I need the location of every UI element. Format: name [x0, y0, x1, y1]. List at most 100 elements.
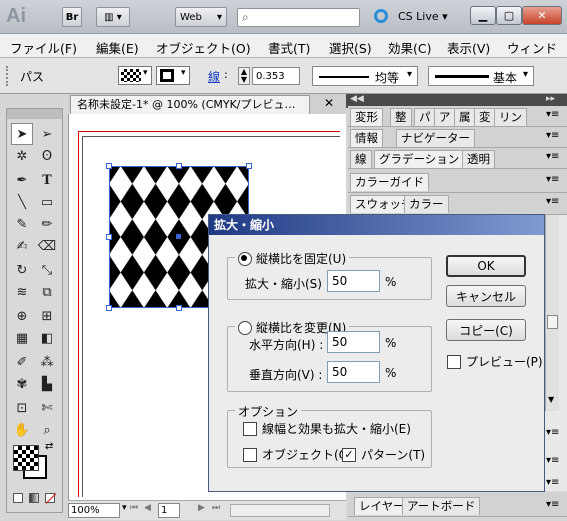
tab-appearance[interactable]: ア [434, 108, 456, 126]
last-artboard-icon[interactable]: ⏭ [212, 503, 220, 513]
scroll-thumb[interactable] [547, 315, 558, 329]
menu-select[interactable]: 選択(S) [329, 38, 372, 57]
hand-tool-icon[interactable]: ✋ [11, 419, 33, 441]
tab-transform[interactable]: 変形 [350, 108, 383, 126]
panel-menu-icon[interactable]: ▾≡ [546, 427, 559, 438]
objects-checkbox[interactable] [243, 447, 257, 462]
horizontal-scale-field[interactable]: 50 [327, 331, 380, 353]
slice-tool-icon[interactable]: ✄ [36, 397, 58, 419]
tab-color[interactable]: カラー [404, 195, 449, 213]
chevron-down-icon[interactable]: ▾ [122, 503, 127, 513]
ok-button[interactable]: OK [446, 255, 526, 277]
zoom-tool-icon[interactable]: ⌕ [36, 419, 58, 441]
uniform-scale-field[interactable]: 50 [327, 270, 380, 292]
scale-strokes-checkbox[interactable] [243, 421, 257, 436]
first-artboard-icon[interactable]: ⏮ [130, 503, 138, 513]
panel-menu-icon[interactable]: ▾≡ [546, 109, 559, 120]
scroll-down-icon[interactable]: ▼ [548, 395, 554, 404]
shape-builder-tool-icon[interactable]: ⊕ [11, 305, 33, 327]
next-artboard-icon[interactable]: ▶ [198, 503, 205, 513]
document-tab[interactable]: 名称未設定-1* @ 100% (CMYK/プレビュ… [70, 95, 310, 114]
expand-icon[interactable]: ▸▸ [546, 94, 555, 104]
search-input[interactable]: ⌕ [237, 8, 360, 27]
rotate-tool-icon[interactable]: ↻ [11, 259, 33, 281]
panel-menu-icon[interactable]: ▾≡ [546, 477, 559, 488]
stroke-swatch-dropdown[interactable]: ▾ [156, 66, 190, 85]
selection-handle[interactable] [106, 305, 112, 311]
previous-artboard-icon[interactable]: ◀ [144, 503, 151, 513]
type-tool-icon[interactable]: T [36, 169, 58, 191]
panel-menu-icon[interactable]: ▾≡ [546, 455, 559, 466]
patterns-checkbox[interactable]: ✓ [342, 447, 356, 462]
preview-checkbox[interactable] [447, 354, 461, 369]
gradient-tool-icon[interactable]: ◧ [36, 327, 58, 349]
free-transform-tool-icon[interactable]: ⧉ [36, 281, 58, 303]
none-mode-icon[interactable] [45, 493, 57, 504]
selection-handle[interactable] [176, 163, 182, 169]
stroke-stepper[interactable]: ▲ ▼ [238, 67, 250, 85]
menu-window[interactable]: ウィンド [507, 38, 557, 57]
rectangle-tool-icon[interactable]: ▭ [36, 191, 58, 213]
copy-button[interactable]: コピー(C) [446, 319, 526, 341]
vertical-scrollbar[interactable]: ▼ [545, 215, 559, 411]
stroke-link[interactable]: 線 [208, 68, 220, 85]
perspective-grid-tool-icon[interactable]: ⊞ [36, 305, 58, 327]
symbol-sprayer-tool-icon[interactable]: ✾ [11, 373, 33, 395]
color-mode-icon[interactable] [13, 493, 23, 503]
nonuniform-radio[interactable] [238, 320, 252, 335]
blend-tool-icon[interactable]: ⁂ [36, 351, 58, 373]
panel-menu-icon[interactable]: ▾≡ [546, 130, 559, 141]
uniform-radio-row[interactable]: 縦横比を固定(U) [235, 250, 350, 267]
panel-menu-icon[interactable]: ▾≡ [546, 151, 559, 162]
tab-links[interactable]: リン [494, 108, 527, 126]
vertical-scale-field[interactable]: 50 [327, 361, 380, 383]
fill-color-box[interactable] [13, 445, 39, 471]
variable-width-profile-dropdown[interactable]: 均等 ▾ [312, 66, 418, 86]
eyedropper-tool-icon[interactable]: ✐ [11, 351, 33, 373]
artboard-tool-icon[interactable]: ⊡ [11, 397, 33, 419]
menu-type[interactable]: 書式(T) [268, 38, 310, 57]
tab-navigator[interactable]: ナビゲーター [396, 129, 475, 147]
scale-strokes-row[interactable]: 線幅と効果も拡大・縮小(E) [243, 420, 411, 437]
pen-tool-icon[interactable]: ✒ [11, 169, 33, 191]
panel-menu-icon[interactable]: ▾≡ [546, 196, 559, 207]
swap-fill-stroke-icon[interactable]: ⇄ [45, 441, 53, 452]
uniform-radio[interactable] [238, 251, 252, 266]
menu-object[interactable]: オブジェクト(O) [156, 38, 251, 57]
magic-wand-tool-icon[interactable]: ✲ [11, 145, 33, 167]
workspace-switcher[interactable]: Web ▾ [175, 7, 227, 27]
tab-artboards[interactable]: アートボード [402, 497, 481, 515]
artboard-number-field[interactable]: 1 [158, 503, 180, 518]
selection-handle[interactable] [106, 163, 112, 169]
objects-row[interactable]: オブジェクト(O) [243, 446, 353, 463]
tab-gradient[interactable]: グラデーション [374, 150, 465, 168]
panel-menu-icon[interactable]: ▾≡ [546, 174, 559, 185]
selection-tool-icon[interactable]: ➤ [11, 123, 33, 145]
menu-edit[interactable]: 編集(E) [96, 38, 139, 57]
close-button[interactable]: ✕ [522, 6, 562, 25]
mesh-tool-icon[interactable]: ▦ [11, 327, 33, 349]
cs-live-menu[interactable]: CS Live ▾ [398, 10, 448, 23]
menu-file[interactable]: ファイル(F) [10, 38, 77, 57]
gradient-mode-icon[interactable] [29, 493, 39, 503]
minimize-button[interactable]: ▁ [470, 6, 496, 25]
tab-attributes[interactable]: 属 [454, 108, 476, 126]
tab-info[interactable]: 情報 [350, 129, 383, 147]
cancel-button[interactable]: キャンセル [446, 285, 526, 307]
tab-transparency-short[interactable]: 変 [474, 108, 496, 126]
grip-handle[interactable] [6, 66, 10, 86]
menu-effect[interactable]: 効果(C) [388, 38, 431, 57]
tab-pathfinder[interactable]: パ [414, 108, 436, 126]
panel-menu-icon[interactable]: ▾≡ [546, 499, 559, 510]
tab-transparency[interactable]: 透明 [462, 150, 495, 168]
blob-brush-tool-icon[interactable]: ✍ [11, 235, 33, 257]
brush-definition-dropdown[interactable]: 基本 ▾ [428, 66, 534, 86]
tools-panel-header[interactable] [7, 109, 62, 119]
warp-tool-icon[interactable]: ≋ [11, 281, 33, 303]
close-tab-icon[interactable]: ✕ [324, 96, 334, 110]
eraser-tool-icon[interactable]: ⌫ [36, 235, 58, 257]
selection-handle[interactable] [176, 305, 182, 311]
stroke-weight-field[interactable]: 0.353 [252, 67, 300, 85]
patterns-row[interactable]: ✓ パターン(T) [342, 446, 425, 463]
direct-selection-tool-icon[interactable]: ➢ [36, 123, 58, 145]
